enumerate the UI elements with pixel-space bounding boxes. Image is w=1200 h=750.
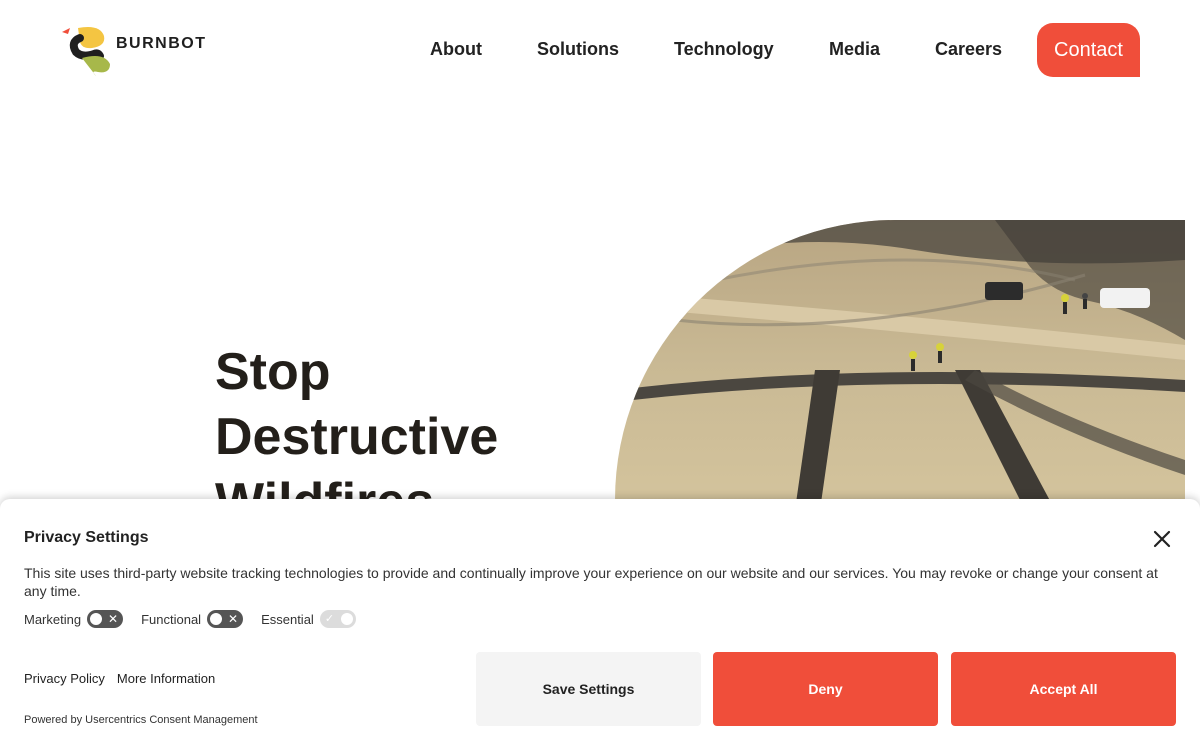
toggle-label-essential: Essential [261, 611, 314, 627]
accept-all-button[interactable]: Accept All [951, 652, 1176, 726]
main-nav: About Solutions Technology Media Careers… [0, 23, 1200, 77]
nav-media[interactable]: Media [829, 39, 880, 60]
contact-button[interactable]: Contact [1037, 23, 1140, 77]
marketing-toggle[interactable]: ✕ [87, 610, 124, 628]
essential-toggle: ✓ [319, 610, 356, 628]
save-settings-button[interactable]: Save Settings [476, 652, 701, 726]
functional-toggle[interactable]: ✕ [207, 610, 244, 628]
deny-button[interactable]: Deny [713, 652, 938, 726]
site-header: BURNBOT About Solutions Technology Media… [0, 0, 1200, 100]
privacy-consent-banner: Privacy Settings This site uses third-pa… [0, 499, 1200, 750]
toggle-knob [339, 612, 354, 626]
more-information-link[interactable]: More Information [117, 671, 215, 686]
consent-title: Privacy Settings [24, 529, 149, 546]
hero-title-line: Stop [215, 343, 331, 401]
nav-careers[interactable]: Careers [935, 39, 1002, 60]
toggle-off-icon: ✕ [108, 612, 119, 626]
toggle-label-marketing: Marketing [24, 611, 82, 627]
consent-toggles: Marketing ✕ Functional ✕ Essential ✓ [24, 609, 374, 629]
toggle-label-functional: Functional [141, 611, 202, 627]
toggle-knob [209, 612, 224, 626]
toggle-knob [89, 612, 104, 626]
nav-solutions[interactable]: Solutions [537, 39, 619, 60]
powered-by-text: Powered by Usercentrics Consent Manageme… [24, 714, 258, 726]
aerial-field-image [615, 220, 1185, 510]
privacy-policy-link[interactable]: Privacy Policy [24, 671, 105, 686]
hero-aerial-image [615, 220, 1185, 510]
nav-technology[interactable]: Technology [674, 39, 774, 60]
consent-description: This site uses third-party website track… [24, 565, 1158, 599]
hero-title-line: Destructive [215, 408, 499, 466]
consent-links: Privacy Policy More Information [24, 671, 215, 686]
close-icon[interactable] [1150, 527, 1174, 551]
check-icon: ✓ [324, 613, 335, 625]
nav-about[interactable]: About [430, 39, 482, 60]
toggle-off-icon: ✕ [228, 612, 239, 626]
